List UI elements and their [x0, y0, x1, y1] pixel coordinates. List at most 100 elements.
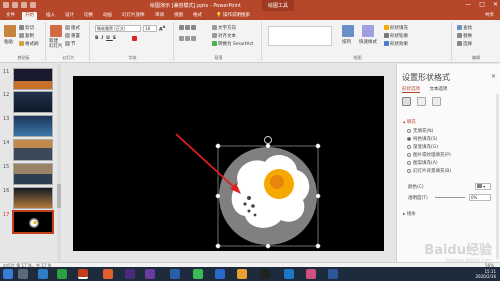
- tab-file[interactable]: 文件: [3, 12, 18, 20]
- format-painter-button[interactable]: 格式刷: [19, 41, 39, 47]
- cut-button[interactable]: 剪切: [19, 25, 34, 31]
- paste-button[interactable]: 粘贴: [4, 39, 13, 45]
- minimize-button[interactable]: —: [465, 1, 471, 8]
- rotate-handle-icon[interactable]: [264, 136, 272, 144]
- slide-thumbnail[interactable]: 14: [0, 139, 62, 161]
- transparency-slider[interactable]: [435, 197, 465, 198]
- align-buttons[interactable]: [179, 36, 197, 42]
- search-icon[interactable]: [18, 269, 28, 279]
- find-button[interactable]: 查找: [457, 25, 472, 31]
- photoshop-icon[interactable]: [284, 269, 294, 279]
- fill-line-icon[interactable]: [402, 97, 411, 106]
- fill-option-solid[interactable]: 纯色填充(S): [407, 136, 437, 142]
- edge-icon[interactable]: [170, 269, 180, 279]
- yolk-inner-shape[interactable]: [270, 175, 284, 189]
- slides-scrollbar[interactable]: [57, 64, 61, 262]
- chrome-icon[interactable]: [193, 269, 203, 279]
- fill-option-pattern[interactable]: 图案填充(A): [407, 160, 438, 166]
- smartart-button[interactable]: 转换为 SmartArt: [212, 41, 253, 47]
- start-slideshow-icon[interactable]: [30, 2, 36, 8]
- fill-option-gradient[interactable]: 渐变填充(G): [407, 144, 438, 150]
- current-slide[interactable]: [73, 76, 384, 251]
- app-icon-2[interactable]: [306, 269, 316, 279]
- quick-styles-icon[interactable]: [362, 25, 374, 37]
- new-slide-icon[interactable]: [50, 25, 62, 37]
- align-left-icon[interactable]: [179, 36, 184, 41]
- tab-slideshow[interactable]: 幻灯片放映: [119, 12, 148, 20]
- word-icon[interactable]: [328, 269, 338, 279]
- transparency-input[interactable]: 0%: [469, 194, 491, 201]
- fill-section-header[interactable]: ▴ 填充: [403, 119, 416, 125]
- line-section-header[interactable]: ▸ 线条: [403, 211, 416, 217]
- tab-animations[interactable]: 动画: [100, 12, 115, 20]
- share-button[interactable]: 共享: [485, 12, 494, 20]
- arrange-button[interactable]: 排列: [342, 39, 351, 45]
- align-right-icon[interactable]: [191, 36, 196, 41]
- tell-me-search[interactable]: 💡 操作说明搜索: [216, 12, 250, 20]
- tab-format[interactable]: 格式: [190, 12, 205, 20]
- new-slide-button[interactable]: 新建 幻灯片: [49, 39, 63, 49]
- font-size-select[interactable]: 18: [143, 25, 157, 32]
- font-name-select[interactable]: 微软雅黑 (正文): [95, 25, 141, 32]
- shape-outline-button[interactable]: 形状轮廓: [384, 33, 408, 39]
- shape-effects-button[interactable]: 形状效果: [384, 41, 408, 47]
- copy-button[interactable]: 复制: [19, 33, 34, 39]
- shapes-gallery[interactable]: [268, 26, 332, 46]
- scrollbar-thumb[interactable]: [57, 184, 61, 208]
- tab-review[interactable]: 审阅: [152, 12, 167, 20]
- tab-text-options[interactable]: 文本选项: [429, 87, 447, 92]
- qq-icon[interactable]: [260, 269, 270, 279]
- video-player-icon[interactable]: [103, 269, 113, 279]
- font-color-button[interactable]: [132, 36, 138, 42]
- list-buttons[interactable]: [179, 25, 197, 31]
- fill-option-picture[interactable]: 图片或纹理填充(P): [407, 152, 451, 158]
- tab-transitions[interactable]: 切换: [81, 12, 96, 20]
- quick-styles-button[interactable]: 快速样式: [359, 39, 377, 45]
- browser-ie-icon[interactable]: [38, 269, 48, 279]
- tab-view[interactable]: 视图: [171, 12, 186, 20]
- wechat-icon[interactable]: [57, 269, 67, 279]
- tab-insert[interactable]: 插入: [43, 12, 58, 20]
- close-window-button[interactable]: ✕: [493, 1, 498, 8]
- redo-icon[interactable]: [21, 2, 27, 8]
- premiere-icon[interactable]: [125, 269, 135, 279]
- pane-close-button[interactable]: ✕: [491, 73, 496, 80]
- replace-button[interactable]: 替换: [457, 33, 472, 39]
- undo-icon[interactable]: [12, 2, 18, 8]
- system-tray-clock[interactable]: 15:11 2020/2/16: [475, 269, 496, 279]
- font-style-buttons[interactable]: BIUS: [95, 36, 119, 41]
- align-center-icon[interactable]: [185, 36, 190, 41]
- indent-icon[interactable]: [191, 25, 196, 30]
- tab-shape-options[interactable]: 形状选项: [402, 87, 420, 93]
- shadow-icon[interactable]: S: [113, 36, 119, 41]
- select-button[interactable]: 选择: [457, 41, 472, 47]
- app-icon[interactable]: [215, 269, 225, 279]
- paste-icon[interactable]: [4, 25, 16, 37]
- maximize-button[interactable]: □: [479, 1, 485, 8]
- save-icon[interactable]: [3, 2, 9, 8]
- color-picker-button[interactable]: ▾: [475, 183, 491, 190]
- pane-scrollbar[interactable]: [496, 94, 499, 259]
- reset-button[interactable]: 重置: [65, 33, 80, 39]
- numbering-icon[interactable]: [185, 25, 190, 30]
- fill-option-slide-background[interactable]: 幻灯片背景填充(B): [407, 168, 451, 174]
- size-properties-icon[interactable]: [432, 97, 441, 106]
- slide-thumbnail[interactable]: 12: [0, 91, 62, 113]
- shape-fill-button[interactable]: 形状填充: [384, 25, 408, 31]
- premiere-icon-2[interactable]: [145, 269, 155, 279]
- bullets-icon[interactable]: [179, 25, 184, 30]
- tab-design[interactable]: 设计: [62, 12, 77, 20]
- arrange-icon[interactable]: [342, 25, 354, 37]
- section-button[interactable]: 节: [65, 41, 76, 47]
- slide-thumbnail[interactable]: 15: [0, 163, 62, 185]
- grow-font-button[interactable]: AA: [159, 25, 165, 33]
- slide-thumbnail-current[interactable]: 17: [0, 210, 62, 234]
- slide-thumbnail[interactable]: 16: [0, 187, 62, 209]
- text-direction-button[interactable]: 文字方向: [212, 25, 236, 31]
- slide-thumbnail[interactable]: 13: [0, 115, 62, 137]
- file-explorer-icon[interactable]: [237, 269, 247, 279]
- fill-option-none[interactable]: 无填充(N): [407, 128, 433, 134]
- effects-pentagon-icon[interactable]: [417, 97, 426, 106]
- slide-thumbnail[interactable]: 11: [0, 68, 62, 90]
- layout-button[interactable]: 版式: [65, 25, 80, 31]
